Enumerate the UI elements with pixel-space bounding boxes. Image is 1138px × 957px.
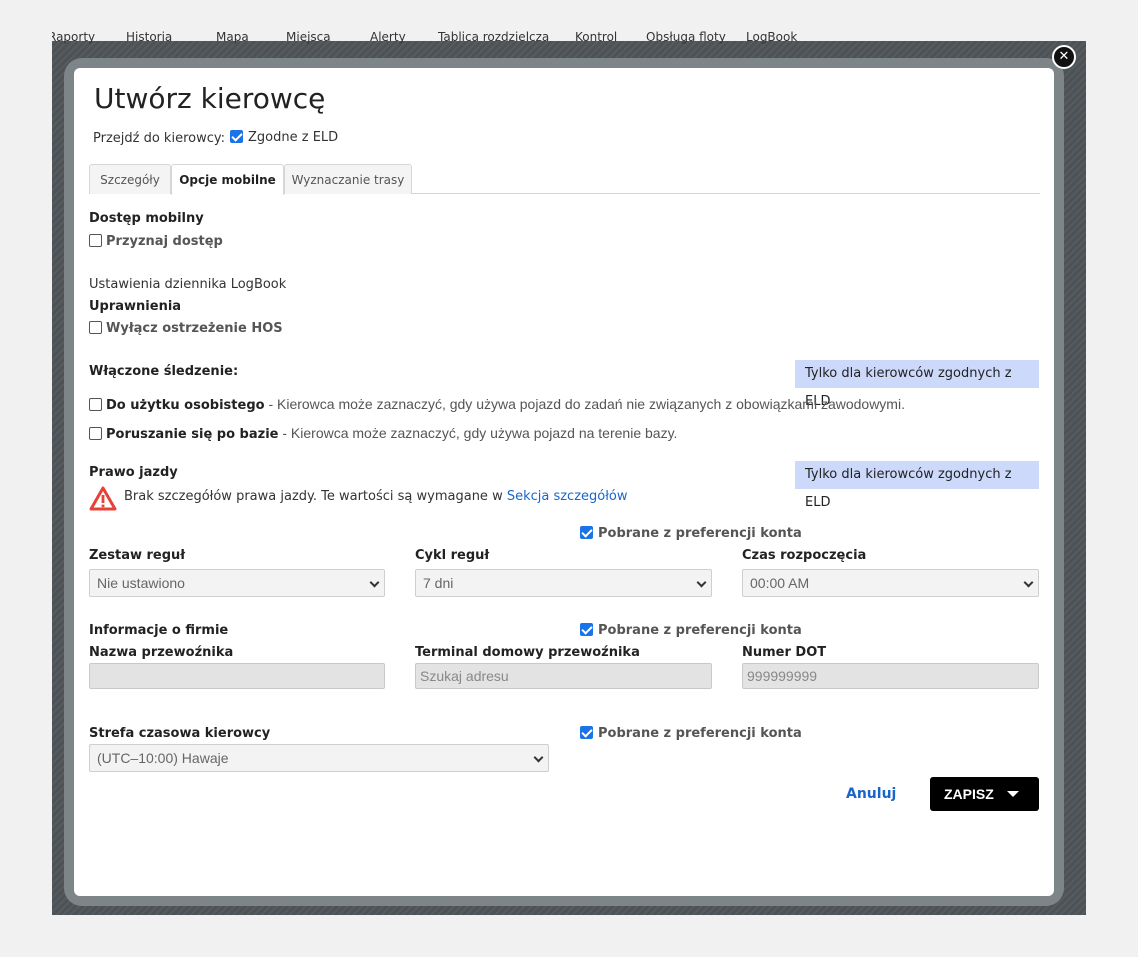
nav-item[interactable]: Obsługa floty <box>646 30 726 44</box>
dot-number-input[interactable]: 999999999 <box>742 663 1039 689</box>
page-title: Utwórz kierowcę <box>94 82 326 115</box>
permissions-title: Uprawnienia <box>89 299 182 314</box>
home-terminal-input[interactable]: Szukaj adresu <box>415 663 712 689</box>
yard-move-label: Poruszanie się po bazie <box>106 427 279 442</box>
background-nav: Raporty Historia Mapa Miejsca Alerty Tab… <box>52 28 1086 46</box>
eld-only-badge: Tylko dla kierowców zgodnych z ELD <box>795 461 1039 510</box>
save-button[interactable]: ZAPISZ <box>930 777 1039 811</box>
eld-only-badge: Tylko dla kierowców zgodnych z ELD <box>795 360 1039 409</box>
eld-compliant-label: Zgodne z ELD <box>248 130 339 145</box>
home-terminal-label: Terminal domowy przewoźnika <box>415 645 640 660</box>
grant-access-label: Przyznaj dostęp <box>106 234 223 249</box>
eld-compliant-toggle[interactable]: Zgodne z ELD <box>230 130 338 145</box>
carrier-name-label: Nazwa przewoźnika <box>89 645 234 660</box>
cycle-select[interactable]: 7 dni <box>415 569 712 597</box>
rules-pref-row[interactable]: Pobrane z preferencji konta <box>580 526 802 541</box>
timezone-select[interactable]: (UTC–10:00) Hawaje <box>89 744 549 772</box>
chevron-down-icon <box>533 752 544 763</box>
cycle-value: 7 dni <box>423 575 454 591</box>
timezone-pref-label: Pobrane z preferencji konta <box>598 726 802 741</box>
personal-use-row[interactable]: Do użytku osobistego - Kierowca może zaz… <box>89 396 905 413</box>
create-driver-dialog: Utwórz kierowcę Przejdź do kierowcy: Zgo… <box>74 68 1054 896</box>
tab-bar: Szczegóły Opcje mobilne Wyznaczanie tras… <box>89 164 1040 195</box>
chevron-down-icon <box>696 577 707 588</box>
nav-item[interactable]: Alerty <box>370 30 406 44</box>
start-time-value: 00:00 AM <box>750 575 810 591</box>
timezone-value: (UTC–10:00) Hawaje <box>97 750 229 766</box>
timezone-pref-row[interactable]: Pobrane z preferencji konta <box>580 726 802 741</box>
tab-routing[interactable]: Wyznaczanie trasy <box>284 164 412 194</box>
personal-use-label: Do użytku osobistego <box>106 398 265 413</box>
timezone-pref-checkbox[interactable] <box>580 726 593 739</box>
carrier-name-input[interactable] <box>89 663 385 689</box>
disable-hos-label: Wyłącz ostrzeżenie HOS <box>106 321 283 336</box>
logbook-settings-label: Ustawienia dziennika LogBook <box>89 277 287 292</box>
start-time-label: Czas rozpoczęcia <box>742 548 867 563</box>
close-icon[interactable]: ✕ <box>1052 45 1076 69</box>
tracking-title: Włączone śledzenie: <box>89 364 239 379</box>
license-warning-message: Brak szczegółów prawa jazdy. Te wartości… <box>124 489 507 504</box>
cancel-button[interactable]: Anuluj <box>846 786 896 802</box>
mobile-access-title: Dostęp mobilny <box>89 211 204 226</box>
disable-hos-checkbox[interactable] <box>89 321 102 334</box>
personal-use-description: - Kierowca może zaznaczyć, gdy używa poj… <box>264 396 905 412</box>
caret-down-icon[interactable] <box>1007 791 1019 797</box>
grant-access-checkbox[interactable] <box>89 234 102 247</box>
personal-use-checkbox[interactable] <box>89 398 102 411</box>
rules-pref-label: Pobrane z preferencji konta <box>598 526 802 541</box>
save-button-label: ZAPISZ <box>944 786 994 802</box>
chevron-down-icon <box>369 577 380 588</box>
nav-item[interactable]: Tablica rozdzielcza <box>438 30 549 44</box>
goto-driver-label: Przejdź do kierowcy: <box>93 131 225 146</box>
yard-move-row[interactable]: Poruszanie się po bazie - Kierowca może … <box>89 425 677 442</box>
license-title: Prawo jazdy <box>89 465 178 480</box>
cycle-label: Cykl reguł <box>415 548 490 563</box>
nav-item[interactable]: LogBook <box>746 30 797 44</box>
disable-hos-row[interactable]: Wyłącz ostrzeżenie HOS <box>89 321 283 336</box>
license-warning-text: Brak szczegółów prawa jazdy. Te wartości… <box>124 489 628 504</box>
rules-pref-checkbox[interactable] <box>580 526 593 539</box>
yard-move-checkbox[interactable] <box>89 427 102 440</box>
nav-item[interactable]: Raporty <box>52 30 95 44</box>
company-pref-label: Pobrane z preferencji konta <box>598 623 802 638</box>
chevron-down-icon <box>1023 577 1034 588</box>
tab-details[interactable]: Szczegóły <box>89 164 171 194</box>
start-time-select[interactable]: 00:00 AM <box>742 569 1039 597</box>
company-pref-row[interactable]: Pobrane z preferencji konta <box>580 623 802 638</box>
timezone-label: Strefa czasowa kierowcy <box>89 726 271 741</box>
ruleset-label: Zestaw reguł <box>89 548 186 563</box>
grant-access-row[interactable]: Przyznaj dostęp <box>89 234 223 249</box>
nav-item[interactable]: Mapa <box>216 30 249 44</box>
dot-number-label: Numer DOT <box>742 645 827 660</box>
yard-move-description: - Kierowca może zaznaczyć, gdy używa poj… <box>278 425 678 441</box>
nav-item[interactable]: Historia <box>126 30 172 44</box>
ruleset-value: Nie ustawiono <box>97 575 185 591</box>
nav-item[interactable]: Miejsca <box>286 30 331 44</box>
details-section-link[interactable]: Sekcja szczegółów <box>507 489 628 504</box>
tab-mobile-options[interactable]: Opcje mobilne <box>171 164 284 195</box>
warning-triangle-icon <box>89 486 117 511</box>
company-pref-checkbox[interactable] <box>580 623 593 636</box>
ruleset-select[interactable]: Nie ustawiono <box>89 569 385 597</box>
nav-item[interactable]: Kontrol <box>575 30 617 44</box>
eld-compliant-checkbox[interactable] <box>230 130 243 143</box>
company-info-title: Informacje o firmie <box>89 623 229 638</box>
